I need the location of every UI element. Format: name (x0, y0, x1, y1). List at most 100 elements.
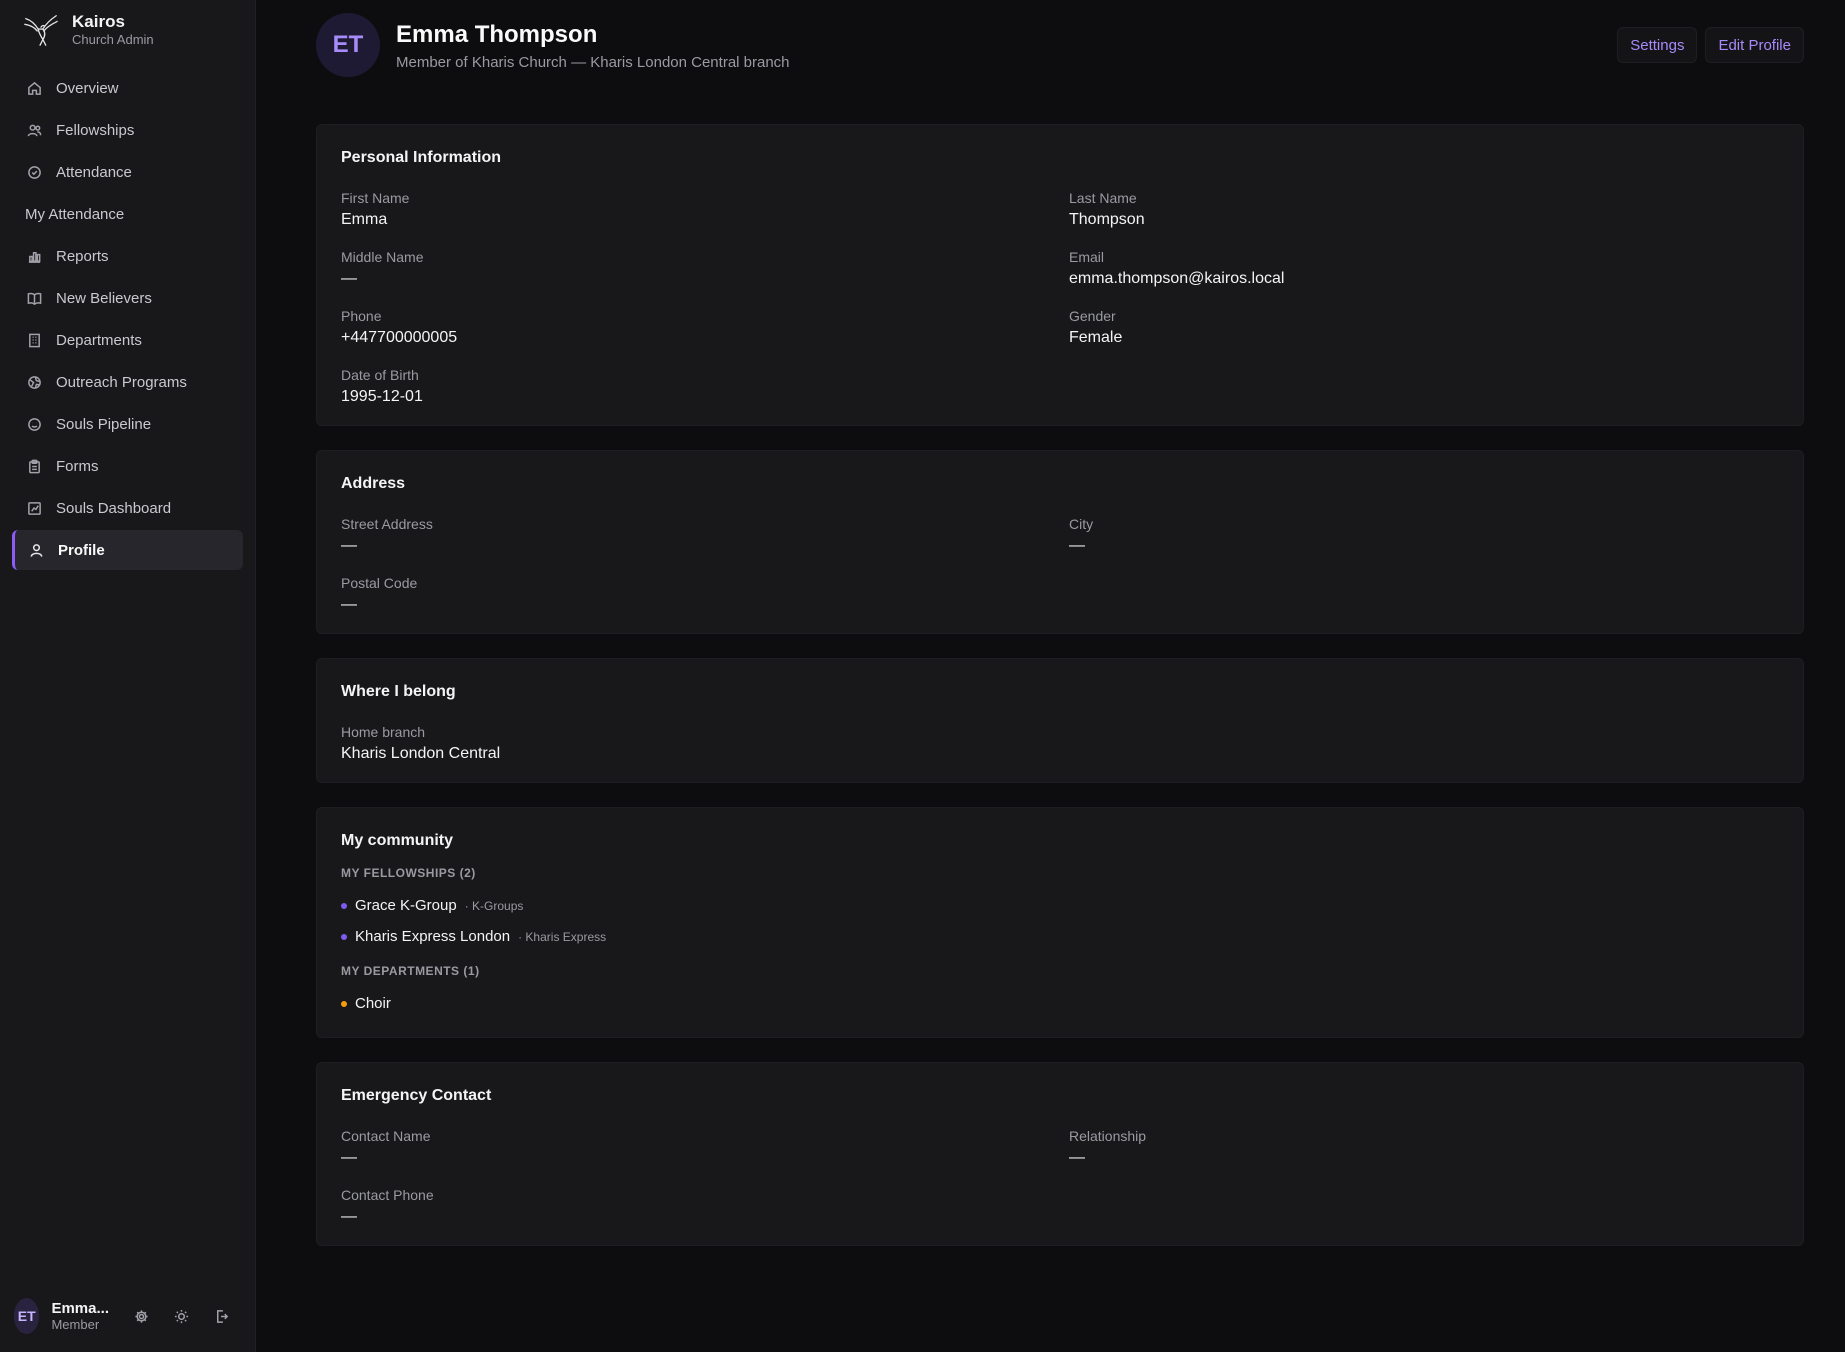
bullet-dot-icon (341, 902, 347, 909)
field-middle-name: Middle Name — (341, 248, 1069, 289)
sidebar: Kairos Church Admin Overview Fellowships… (0, 0, 256, 1352)
fellowships-section-label: MY FELLOWSHIPS (2) (341, 866, 476, 880)
departments-section-label: MY DEPARTMENTS (1) (341, 964, 480, 978)
book-icon (26, 290, 42, 306)
fellowship-name: Kharis Express London (355, 928, 511, 945)
user-role: Member (51, 1317, 100, 1332)
user-info: Emma... Member (51, 1300, 109, 1332)
user-name: Emma... (51, 1300, 109, 1317)
page-subtitle: Member of Kharis Church — Kharis London … (396, 53, 790, 71)
field-email: Email emma.thompson@kairos.local (1069, 248, 1779, 289)
gear-icon[interactable] (121, 1300, 161, 1332)
field-label: Date of Birth (341, 367, 419, 383)
field-label: Contact Name (341, 1128, 431, 1144)
field-value: — (341, 270, 357, 287)
brand-subtitle: Church Admin (72, 32, 154, 47)
list-item-fellowship[interactable]: Grace K-Group · K-Groups (341, 890, 1779, 921)
edit-profile-button[interactable]: Edit Profile (1705, 27, 1804, 63)
field-value: Female (1069, 329, 1123, 346)
bullet-dot-icon (341, 1000, 347, 1007)
brand[interactable]: Kairos Church Admin (0, 0, 255, 60)
card-title: Where I belong (341, 683, 456, 700)
address-card: Address Street Address — City — Postal C… (316, 450, 1804, 634)
building-icon (26, 332, 42, 348)
user-actions (121, 1300, 241, 1332)
field-label: Contact Phone (341, 1187, 434, 1203)
card-title: Address (341, 475, 406, 492)
field-gender: Gender Female (1069, 307, 1779, 348)
field-home-branch: Home branch Kharis London Central (341, 723, 1779, 764)
field-label: Relationship (1069, 1128, 1147, 1144)
users-icon (26, 122, 42, 138)
profile-header: ET Emma Thompson Member of Kharis Church… (316, 0, 1804, 90)
field-label: Phone (341, 308, 382, 324)
dove-icon (24, 15, 58, 46)
fellowship-tag: · K-Groups (464, 898, 524, 913)
sidebar-item-label: Souls Pipeline (56, 415, 152, 433)
logout-icon[interactable] (201, 1300, 241, 1332)
field-value: — (341, 1208, 357, 1225)
sidebar-item-souls-pipeline[interactable]: Souls Pipeline (12, 404, 243, 444)
field-first-name: First Name Emma (341, 189, 1069, 230)
sidebar-item-departments[interactable]: Departments (12, 320, 243, 360)
clipboard-icon (26, 458, 42, 474)
bullet-dot-icon (341, 933, 347, 940)
avatar[interactable]: ET (14, 1298, 40, 1334)
field-value: — (341, 537, 357, 554)
sidebar-item-souls-dashboard[interactable]: Souls Dashboard (12, 488, 243, 528)
field-value: Kharis London Central (341, 745, 501, 762)
chart-box-icon (26, 500, 42, 516)
field-contact-phone: Contact Phone — (341, 1186, 1069, 1227)
sidebar-item-new-believers[interactable]: New Believers (12, 278, 243, 318)
field-date-of-birth: Date of Birth 1995-12-01 (341, 366, 1069, 407)
user-bar: ET Emma... Member (14, 1294, 241, 1338)
sun-icon[interactable] (161, 1300, 201, 1332)
field-value: — (341, 596, 357, 613)
field-last-name: Last Name Thompson (1069, 189, 1779, 230)
emergency-contact-card: Emergency Contact Contact Name — Relatio… (316, 1062, 1804, 1246)
field-value: Emma (341, 211, 388, 228)
sidebar-item-outreach-programs[interactable]: Outreach Programs (12, 362, 243, 402)
card-title: Emergency Contact (341, 1087, 492, 1104)
sidebar-item-reports[interactable]: Reports (12, 236, 243, 276)
field-value: +447700000005 (341, 329, 458, 346)
sidebar-item-label: Reports (56, 247, 109, 265)
profile-avatar: ET (316, 13, 380, 77)
list-item-department[interactable]: Choir (341, 988, 1779, 1019)
field-value: — (1069, 537, 1085, 554)
sidebar-item-my-attendance[interactable]: My Attendance (12, 194, 243, 234)
check-circle-icon (26, 164, 42, 180)
fellowship-tag: · Kharis Express (518, 929, 607, 944)
sidebar-item-label: Attendance (56, 163, 132, 181)
sidebar-item-label: Forms (56, 457, 99, 475)
settings-button[interactable]: Settings (1617, 27, 1698, 63)
field-label: City (1069, 516, 1094, 532)
field-value: 1995-12-01 (341, 388, 423, 405)
globe-icon (26, 374, 42, 390)
sidebar-item-label: Departments (56, 331, 142, 349)
sidebar-item-overview[interactable]: Overview (12, 68, 243, 108)
field-postal-code: Postal Code — (341, 574, 1069, 615)
field-value: Thompson (1069, 211, 1145, 228)
field-label: Email (1069, 249, 1105, 265)
field-label: First Name (341, 190, 410, 206)
card-title: My community (341, 832, 454, 849)
header-actions: Settings Edit Profile (1617, 27, 1804, 63)
field-label: Home branch (341, 724, 426, 740)
field-phone: Phone +447700000005 (341, 307, 1069, 348)
main-content: ET Emma Thompson Member of Kharis Church… (256, 0, 1845, 1352)
where-i-belong-card: Where I belong Home branch Kharis London… (316, 658, 1804, 783)
field-label: Street Address (341, 516, 433, 532)
sidebar-item-profile[interactable]: Profile (12, 530, 243, 570)
page-title: Emma Thompson (396, 20, 598, 48)
field-value: emma.thompson@kairos.local (1069, 270, 1285, 287)
fellowship-name: Grace K-Group (355, 897, 457, 914)
personal-information-card: Personal Information First Name Emma Las… (316, 124, 1804, 426)
sidebar-item-forms[interactable]: Forms (12, 446, 243, 486)
field-label: Gender (1069, 308, 1116, 324)
sidebar-item-attendance[interactable]: Attendance (12, 152, 243, 192)
field-value: — (1069, 1149, 1085, 1166)
list-item-fellowship[interactable]: Kharis Express London · Kharis Express (341, 921, 1779, 952)
home-icon (26, 80, 42, 96)
sidebar-item-fellowships[interactable]: Fellowships (12, 110, 243, 150)
